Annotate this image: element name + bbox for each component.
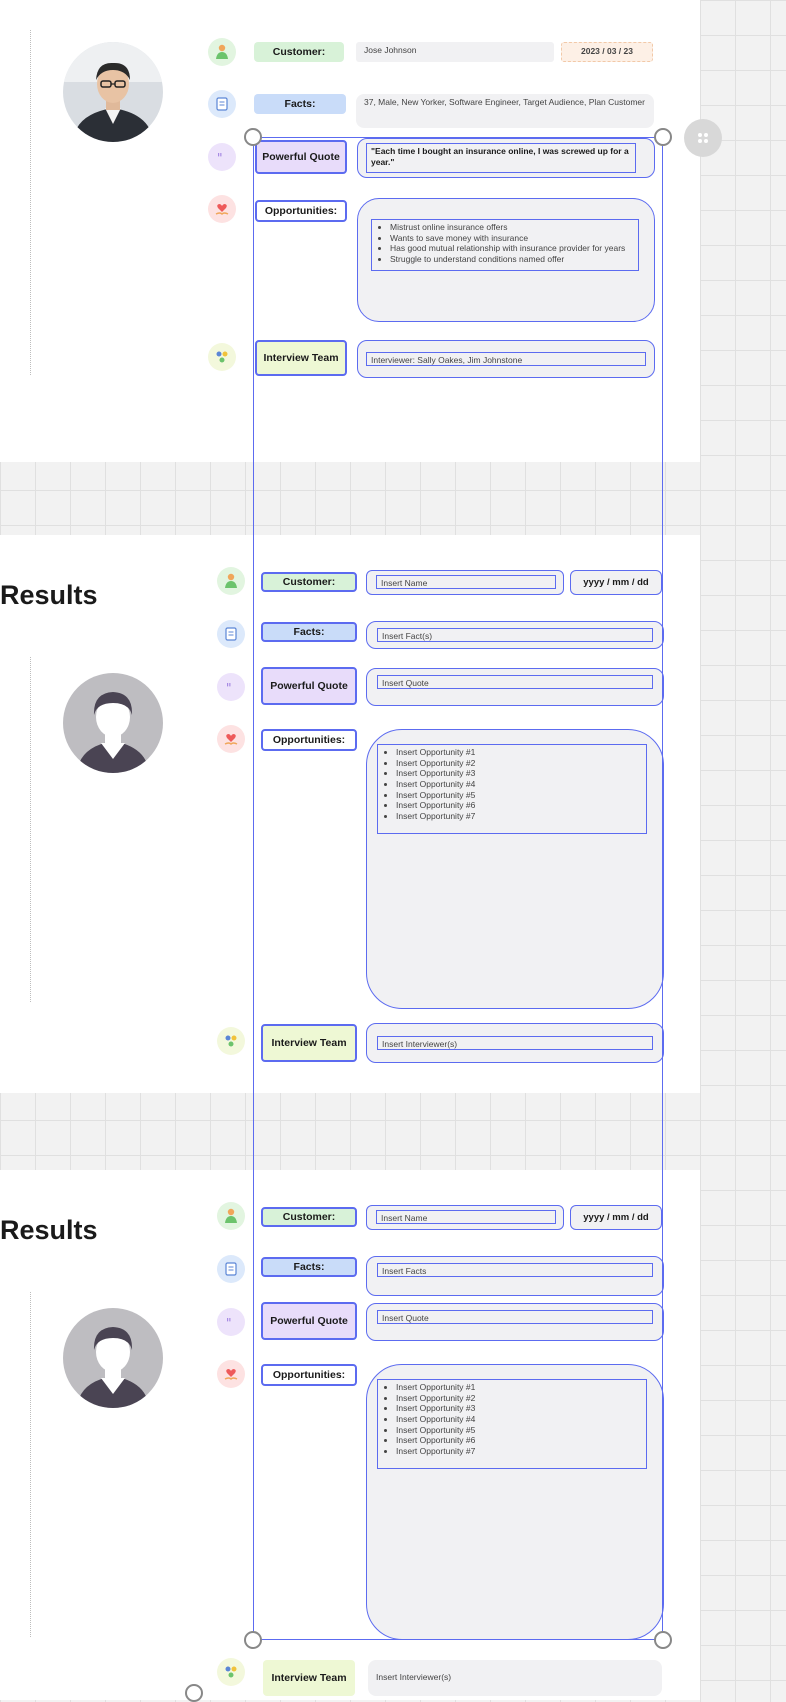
- customer-name-field[interactable]: Jose Johnson: [356, 42, 554, 62]
- resize-handle-top-left[interactable]: [244, 128, 262, 146]
- section-title: Results: [0, 580, 98, 610]
- svg-text:": ": [217, 151, 223, 164]
- document-icon: [208, 90, 236, 118]
- facts-label: Facts:: [254, 94, 346, 114]
- quote-icon: ": [217, 1308, 245, 1336]
- selection-box[interactable]: [253, 137, 663, 1640]
- section-title: Results: [0, 1215, 98, 1245]
- quote-icon: ": [217, 673, 245, 701]
- divider: [30, 30, 31, 375]
- document-icon: [217, 1255, 245, 1283]
- avatar-placeholder: [63, 1308, 163, 1408]
- rotate-handle[interactable]: [185, 1684, 203, 1702]
- team-field[interactable]: Insert Interviewer(s): [368, 1660, 662, 1696]
- resize-handle-bottom-right[interactable]: [654, 1631, 672, 1649]
- svg-text:": ": [226, 681, 232, 694]
- grip-icon[interactable]: [684, 119, 722, 157]
- team-label: Interview Team: [263, 1660, 355, 1696]
- date-field[interactable]: 2023 / 03 / 23: [561, 42, 653, 62]
- team-icon: [217, 1027, 245, 1055]
- heart-hand-icon: [217, 725, 245, 753]
- document-icon: [217, 620, 245, 648]
- person-icon: [217, 567, 245, 595]
- divider: [30, 657, 31, 1002]
- team-icon: [208, 343, 236, 371]
- quote-icon: ": [208, 143, 236, 171]
- resize-handle-top-right[interactable]: [654, 128, 672, 146]
- customer-label: Customer:: [254, 42, 344, 62]
- avatar-placeholder: [63, 673, 163, 773]
- person-icon: [217, 1202, 245, 1230]
- divider: [30, 1292, 31, 1637]
- facts-field[interactable]: 37, Male, New Yorker, Software Engineer,…: [356, 94, 654, 128]
- resize-handle-bottom-left[interactable]: [244, 1631, 262, 1649]
- team-icon: [217, 1658, 245, 1686]
- svg-text:": ": [226, 1316, 232, 1329]
- person-icon: [208, 38, 236, 66]
- customer-photo: [63, 42, 163, 142]
- heart-hand-icon: [208, 195, 236, 223]
- heart-hand-icon: [217, 1360, 245, 1388]
